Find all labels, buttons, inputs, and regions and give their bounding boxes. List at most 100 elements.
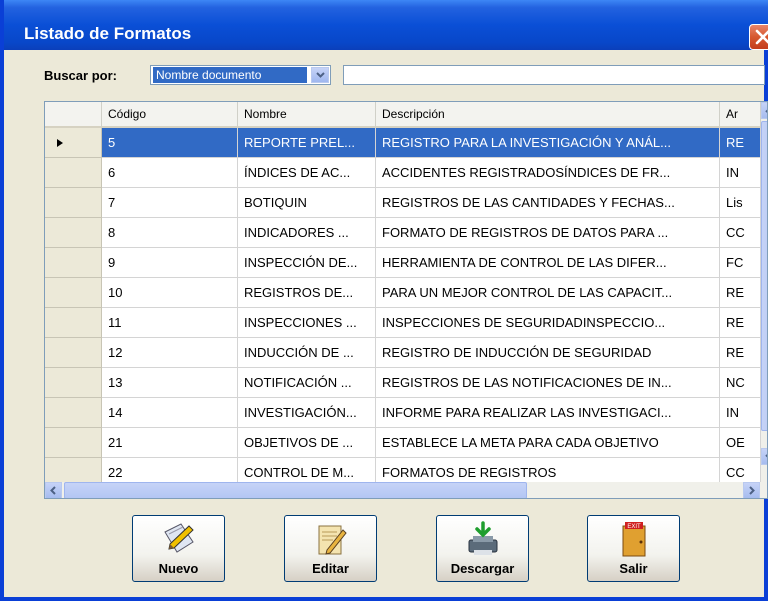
cell-codigo[interactable]: 21 — [102, 428, 238, 458]
cell-descripcion[interactable]: REGISTRO PARA LA INVESTIGACIÓN Y ANÁL... — [376, 128, 720, 158]
scroll-up-button[interactable] — [761, 102, 767, 119]
vertical-scrollbar[interactable] — [761, 102, 767, 482]
cell-descripcion[interactable]: ACCIDENTES REGISTRADOSÍNDICES DE FR... — [376, 158, 720, 188]
table-row[interactable]: 13 NOTIFICACIÓN ... REGISTROS DE LAS NOTIF… — [45, 368, 761, 398]
cell-codigo[interactable]: 8 — [102, 218, 238, 248]
title-bar[interactable]: Listado de Formatos — [4, 0, 768, 50]
cell-area[interactable]: IN — [720, 158, 761, 188]
cell-descripcion[interactable]: REGISTROS DE LAS NOTIFICACIONES DE IN... — [376, 368, 720, 398]
row-header[interactable] — [45, 428, 102, 458]
salir-button[interactable]: EXIT Salir — [587, 515, 680, 582]
chevron-up-icon — [765, 109, 767, 113]
cell-codigo[interactable]: 6 — [102, 158, 238, 188]
horizontal-scroll-thumb[interactable] — [64, 482, 527, 498]
column-header-descripcion[interactable]: Descripción — [376, 102, 720, 128]
nuevo-button[interactable]: Nuevo — [132, 515, 225, 582]
table-row[interactable]: 7 BOTIQUIN REGISTROS DE LAS CANTIDADES Y F… — [45, 188, 761, 218]
cell-area[interactable]: RE — [720, 128, 761, 158]
cell-codigo[interactable]: 10 — [102, 278, 238, 308]
cell-nombre[interactable]: INDUCCIÓN DE ... — [238, 338, 376, 368]
table-row[interactable]: 8 INDICADORES ... FORMATO DE REGISTROS DE … — [45, 218, 761, 248]
search-field-select[interactable]: Nombre documento — [150, 65, 331, 85]
cell-nombre[interactable]: INSPECCIÓN DE... — [238, 248, 376, 278]
table-row[interactable]: 21 OBJETIVOS DE ... ESTABLECE LA META PARA… — [45, 428, 761, 458]
descargar-button[interactable]: Descargar — [436, 515, 529, 582]
scroll-down-button[interactable] — [761, 448, 767, 465]
cell-nombre[interactable]: REGISTROS DE... — [238, 278, 376, 308]
cell-area[interactable]: FC — [720, 248, 761, 278]
cell-descripcion[interactable]: REGISTRO DE INDUCCIÓN DE SEGURIDAD — [376, 338, 720, 368]
download-printer-icon — [468, 521, 498, 555]
row-header[interactable] — [45, 158, 102, 188]
dropdown-button[interactable] — [311, 67, 329, 83]
cell-codigo[interactable]: 14 — [102, 398, 238, 428]
cell-area[interactable]: OE — [720, 428, 761, 458]
cell-descripcion[interactable]: HERRAMIENTA DE CONTROL DE LAS DIFER... — [376, 248, 720, 278]
cell-nombre[interactable]: REPORTE PREL... — [238, 128, 376, 158]
cell-nombre[interactable]: NOTIFICACIÓN ... — [238, 368, 376, 398]
formats-grid[interactable]: Código Nombre Descripción Ar 5 REPORTE PR… — [44, 101, 768, 499]
cell-area[interactable]: IN — [720, 398, 761, 428]
row-header[interactable] — [45, 128, 102, 158]
row-header[interactable] — [45, 398, 102, 428]
vertical-scroll-thumb[interactable] — [761, 121, 767, 431]
search-input[interactable] — [343, 65, 765, 85]
table-row[interactable]: 11 INSPECCIONES ... INSPECCIONES DE SEGURI… — [45, 308, 761, 338]
cell-nombre[interactable]: BOTIQUIN — [238, 188, 376, 218]
cell-nombre[interactable]: INSPECCIONES ... — [238, 308, 376, 338]
salir-label: Salir — [619, 561, 648, 576]
cell-codigo[interactable]: 12 — [102, 338, 238, 368]
table-row[interactable]: 9 INSPECCIÓN DE... HERRAMIENTA DE CONTROL … — [45, 248, 761, 278]
cell-descripcion[interactable]: ESTABLECE LA META PARA CADA OBJETIVO — [376, 428, 720, 458]
cell-codigo[interactable]: 9 — [102, 248, 238, 278]
horizontal-scrollbar[interactable] — [45, 482, 767, 498]
cell-descripcion[interactable]: REGISTROS DE LAS CANTIDADES Y FECHAS... — [376, 188, 720, 218]
table-row[interactable]: 10 REGISTROS DE... PARA UN MEJOR CONTROL D… — [45, 278, 761, 308]
close-button[interactable] — [749, 24, 768, 50]
cell-area[interactable]: RE — [720, 278, 761, 308]
cell-codigo[interactable]: 5 — [102, 128, 238, 158]
cell-area[interactable]: RE — [720, 338, 761, 368]
row-header[interactable] — [45, 368, 102, 398]
row-header[interactable] — [45, 338, 102, 368]
chevron-down-icon — [765, 454, 767, 458]
row-header[interactable] — [45, 248, 102, 278]
row-header[interactable] — [45, 278, 102, 308]
cell-descripcion[interactable]: PARA UN MEJOR CONTROL DE LAS CAPACIT... — [376, 278, 720, 308]
row-header-corner — [45, 102, 102, 128]
row-header[interactable] — [45, 218, 102, 248]
cell-descripcion[interactable]: FORMATO DE REGISTROS DE DATOS PARA ... — [376, 218, 720, 248]
cell-descripcion[interactable]: INFORME PARA REALIZAR LAS INVESTIGACI... — [376, 398, 720, 428]
cell-nombre[interactable]: OBJETIVOS DE ... — [238, 428, 376, 458]
cell-area[interactable]: CC — [720, 218, 761, 248]
table-row[interactable]: 14 INVESTIGACIÓN... INFORME PARA REALIZAR … — [45, 398, 761, 428]
cell-nombre[interactable]: INDICADORES ... — [238, 218, 376, 248]
cell-area[interactable]: NC — [720, 368, 761, 398]
chevron-left-icon — [50, 486, 56, 495]
search-field-value: Nombre documento — [153, 67, 307, 83]
cell-descripcion[interactable]: INSPECCIONES DE SEGURIDADINSPECCIO... — [376, 308, 720, 338]
close-icon — [755, 29, 768, 45]
column-header-codigo[interactable]: Código — [102, 102, 238, 128]
scroll-right-button[interactable] — [743, 482, 760, 498]
table-row[interactable]: 12 INDUCCIÓN DE ... REGISTRO DE INDUCCIÓN … — [45, 338, 761, 368]
window-title: Listado de Formatos — [24, 24, 192, 43]
cell-area[interactable]: Lis — [720, 188, 761, 218]
descargar-label: Descargar — [450, 561, 515, 576]
cell-area[interactable]: RE — [720, 308, 761, 338]
cell-codigo[interactable]: 13 — [102, 368, 238, 398]
column-header-area[interactable]: Ar — [720, 102, 761, 128]
scroll-left-button[interactable] — [45, 482, 62, 498]
editar-button[interactable]: Editar — [284, 515, 377, 582]
chevron-right-icon — [749, 486, 755, 495]
table-row[interactable]: 5 REPORTE PREL... REGISTRO PARA LA INVESTI… — [45, 128, 761, 158]
cell-nombre[interactable]: INVESTIGACIÓN... — [238, 398, 376, 428]
table-row[interactable]: 6 ÍNDICES DE AC... ACCIDENTES REGISTRADOSÍ… — [45, 158, 761, 188]
row-header[interactable] — [45, 308, 102, 338]
svg-text:EXIT: EXIT — [627, 524, 641, 530]
row-header[interactable] — [45, 188, 102, 218]
cell-codigo[interactable]: 11 — [102, 308, 238, 338]
cell-codigo[interactable]: 7 — [102, 188, 238, 218]
cell-nombre[interactable]: ÍNDICES DE AC... — [238, 158, 376, 188]
column-header-nombre[interactable]: Nombre — [238, 102, 376, 128]
